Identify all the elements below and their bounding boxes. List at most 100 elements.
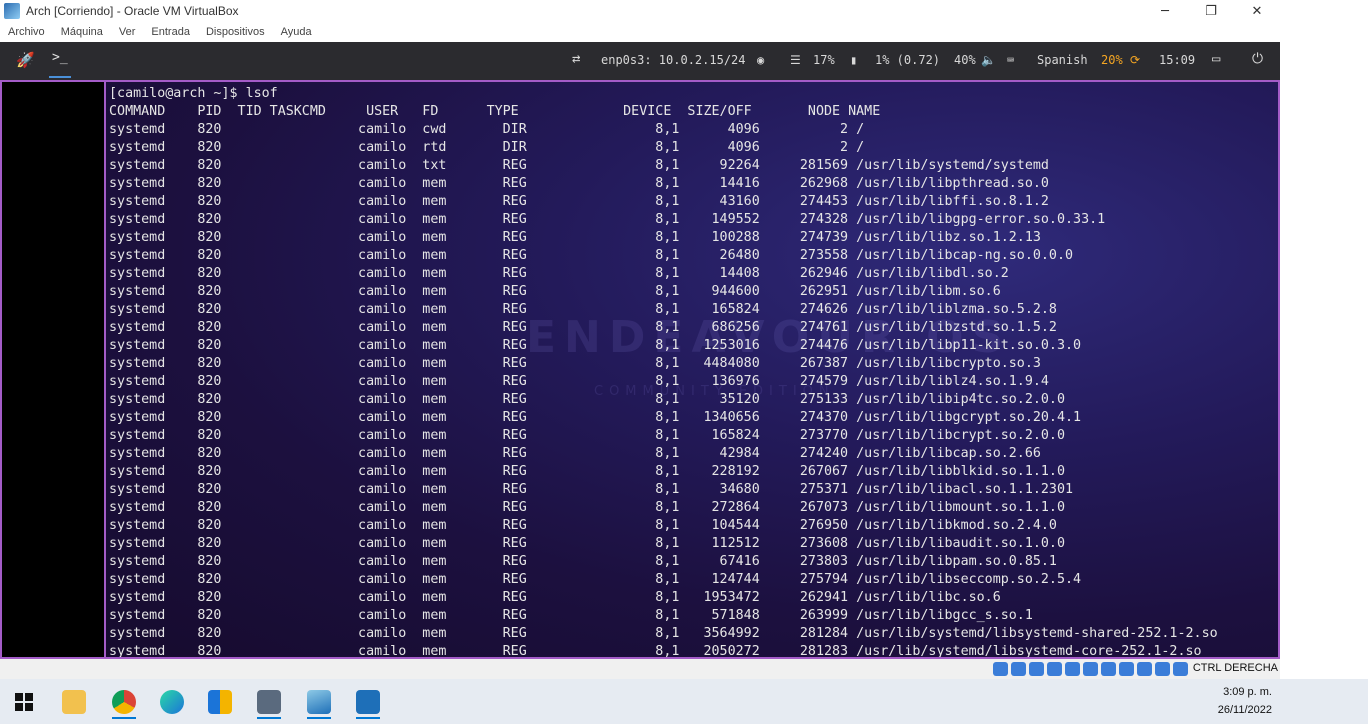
optical-drive-icon[interactable] [1011,662,1026,676]
guest-screen[interactable]: 🚀 >_ ⇄ enp0s3: 10.0.2.15/24 ◉ ☰ 17% ▮ 1%… [0,42,1280,659]
terminal-window[interactable]: ENDEAVOUR OS COMMUNITY EDITION [camilo@a… [104,82,1278,657]
vbox-device-icons [993,662,1188,676]
host-desktop-area [1280,0,1368,679]
hdd-icon[interactable] [993,662,1008,676]
menu-ayuda[interactable]: Ayuda [273,26,320,38]
cpu-icon: ☰ [790,53,801,67]
mouse-integration-icon[interactable] [1155,662,1170,676]
lsof-row: systemd 820 camilo mem REG 8,1 165824 27… [109,428,1066,443]
minimize-button[interactable]: ─ [1142,0,1188,22]
virtualbox-app-icon [257,690,281,714]
lsof-row: systemd 820 camilo mem REG 8,1 35120 275… [109,392,1066,407]
virtualbox-button[interactable] [249,683,289,721]
lsof-row: systemd 820 camilo mem REG 8,1 104544 27… [109,518,1057,533]
cpu-usage[interactable]: 17% [813,53,835,67]
network-adapter-icon[interactable] [1047,662,1062,676]
lsof-row: systemd 820 camilo mem REG 8,1 42984 274… [109,446,1041,461]
window-switch-icon[interactable]: ▭ [1212,51,1220,67]
lsof-row: systemd 820 camilo mem REG 8,1 1253016 2… [109,338,1082,353]
chrome-button[interactable] [104,683,144,721]
lsof-row: systemd 820 camilo mem REG 8,1 100288 27… [109,230,1041,245]
guest-top-panel: 🚀 >_ ⇄ enp0s3: 10.0.2.15/24 ◉ ☰ 17% ▮ 1%… [0,42,1280,80]
active-app-indicator [112,717,136,719]
folder-icon [62,690,86,714]
vbox-menubar: Archivo Máquina Ver Entrada Dispositivos… [0,22,1280,42]
lsof-row: systemd 820 camilo mem REG 8,1 34680 275… [109,482,1074,497]
terminal-tab-icon[interactable]: >_ [52,50,68,65]
windows-logo-icon [15,693,33,711]
network-status[interactable]: enp0s3: 10.0.2.15/24 [601,53,746,67]
edge-icon [160,690,184,714]
terminal-output: [camilo@arch ~]$ lsof COMMAND PID TID TA… [109,85,1218,657]
virtualbox-icon [4,3,20,19]
keyboard-capture-icon[interactable] [1173,662,1188,676]
lsof-row: systemd 820 camilo mem REG 8,1 4484080 2… [109,356,1041,371]
volume-level[interactable]: 40% [954,53,976,67]
lsof-row: systemd 820 camilo mem REG 8,1 3564992 2… [109,626,1218,641]
taskbar-date: 26/11/2022 [1217,704,1272,716]
lsof-row: systemd 820 camilo mem REG 8,1 14416 262… [109,176,1049,191]
menu-entrada[interactable]: Entrada [143,26,198,38]
lsof-row: systemd 820 camilo mem REG 8,1 2050272 2… [109,644,1202,657]
lsof-row: systemd 820 camilo rtd DIR 8,1 4096 2 / [109,140,865,155]
lsof-row: systemd 820 camilo mem REG 8,1 112512 27… [109,536,1066,551]
vbox-status-bar: CTRL DERECHA [0,659,1280,679]
media-player-icon [356,690,380,714]
lsof-row: systemd 820 camilo mem REG 8,1 14408 262… [109,266,1009,281]
menu-dispositivos[interactable]: Dispositivos [198,26,273,38]
battery-level[interactable]: 20% [1101,53,1123,67]
refresh-icon[interactable]: ⟳ [1130,53,1140,67]
lsof-row: systemd 820 camilo mem REG 8,1 571848 26… [109,608,1033,623]
edge-button[interactable] [152,683,192,721]
shared-folder-icon[interactable] [1083,662,1098,676]
recording-icon[interactable] [1119,662,1134,676]
lsof-row: systemd 820 camilo mem REG 8,1 67416 273… [109,554,1057,569]
keyboard-icon: ⌨ [1007,53,1015,67]
photos-icon [307,690,331,714]
sticky-notes-button[interactable] [200,683,240,721]
lsof-rows: systemd 820 camilo cwd DIR 8,1 4096 2 / … [109,122,1218,657]
taskbar-time: 3:09 p. m. [1223,686,1272,698]
lsof-header: COMMAND PID TID TASKCMD USER FD TYPE DEV… [109,104,881,119]
window-title: Arch [Corriendo] - Oracle VM VirtualBox [26,4,239,18]
memory-icon: ▮ [850,53,858,67]
close-button[interactable]: ✕ [1234,0,1280,22]
start-button[interactable] [4,683,44,721]
lsof-row: systemd 820 camilo mem REG 8,1 272864 26… [109,500,1066,515]
panel-clock[interactable]: 15:09 [1159,53,1195,67]
menu-maquina[interactable]: Máquina [53,26,111,38]
menu-ver[interactable]: Ver [111,26,144,38]
power-icon[interactable]: ⏻ [1252,51,1263,67]
lsof-row: systemd 820 camilo mem REG 8,1 1953472 2… [109,590,1001,605]
audio-icon[interactable] [1029,662,1044,676]
lsof-row: systemd 820 camilo mem REG 8,1 149552 27… [109,212,1106,227]
lsof-row: systemd 820 camilo mem REG 8,1 228192 26… [109,464,1066,479]
load-average[interactable]: 1% (0.72) [875,53,940,67]
usb-icon[interactable] [1065,662,1080,676]
photos-button[interactable] [299,683,339,721]
lsof-row: systemd 820 camilo mem REG 8,1 136976 27… [109,374,1049,389]
windows-taskbar: 3:09 p. m. 26/11/2022 [0,679,1368,724]
sticky-notes-icon [208,690,232,714]
vbox-title-bar: Arch [Corriendo] - Oracle VM VirtualBox … [0,0,1280,22]
cpu-activity-icon[interactable] [1137,662,1152,676]
visibility-icon: ◉ [757,53,765,67]
menu-archivo[interactable]: Archivo [0,26,53,38]
restore-button[interactable]: ❐ [1188,0,1234,22]
lsof-row: systemd 820 camilo mem REG 8,1 944600 26… [109,284,1001,299]
file-explorer-button[interactable] [54,683,94,721]
host-key-label: CTRL DERECHA [1192,662,1278,674]
display-icon[interactable] [1101,662,1116,676]
launcher-rocket-icon[interactable]: 🚀 [16,51,35,69]
lsof-row: systemd 820 camilo mem REG 8,1 165824 27… [109,302,1057,317]
lsof-row: systemd 820 camilo cwd DIR 8,1 4096 2 / [109,122,865,137]
taskbar-clock[interactable]: 3:09 p. m. 26/11/2022 [1218,683,1272,719]
active-app-indicator [356,717,380,719]
keyboard-layout[interactable]: Spanish [1037,53,1088,67]
media-player-button[interactable] [348,683,388,721]
volume-icon[interactable]: 🔈 [981,53,996,67]
chrome-icon [112,690,136,714]
lsof-row: systemd 820 camilo mem REG 8,1 43160 274… [109,194,1049,209]
active-tab-indicator [49,76,71,78]
lsof-row: systemd 820 camilo mem REG 8,1 124744 27… [109,572,1082,587]
